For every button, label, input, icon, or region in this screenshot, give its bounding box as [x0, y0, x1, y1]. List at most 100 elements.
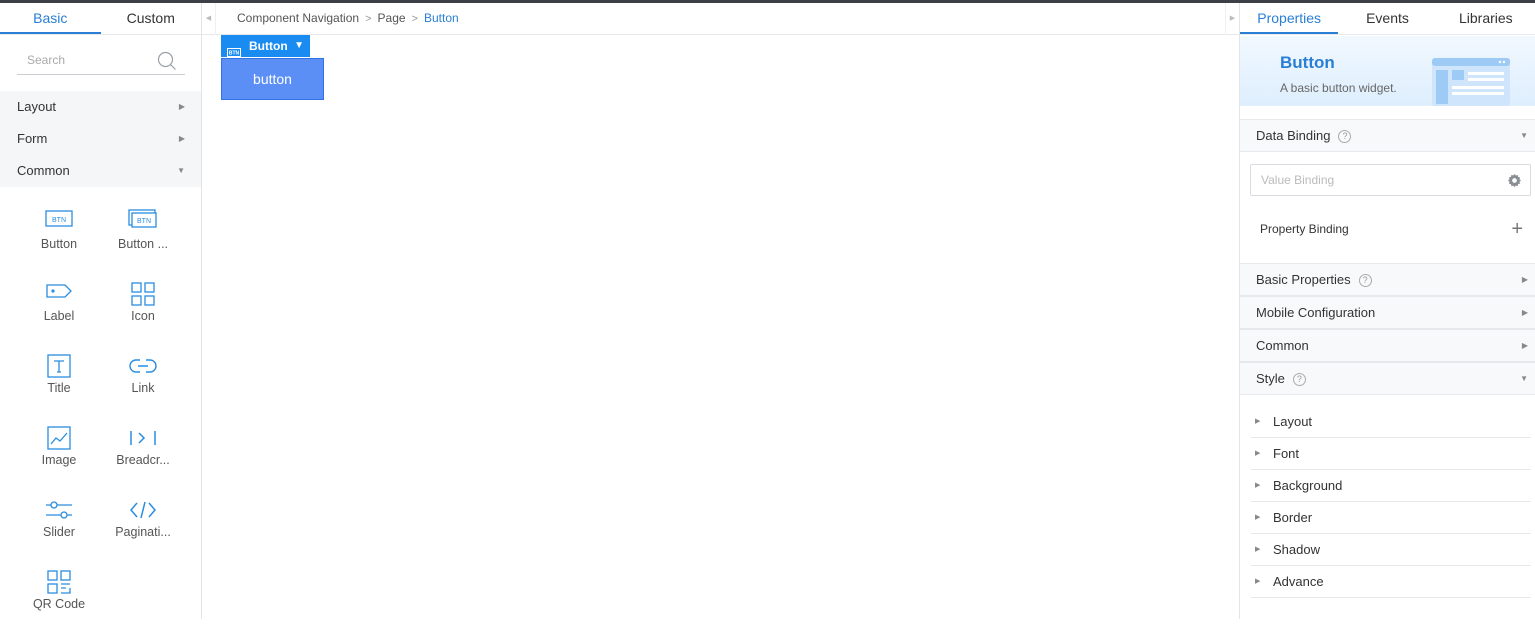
collapse-right-icon[interactable]: ▶	[1225, 3, 1239, 35]
component-title: Button	[1280, 53, 1335, 72]
widget-button-group[interactable]: BTN Button ...	[101, 209, 185, 281]
button-icon: BTN	[45, 210, 73, 227]
section-data-binding[interactable]: Data Binding? ▼	[1240, 119, 1535, 152]
caret-right-icon: ▶	[1521, 308, 1528, 317]
svg-text:BTN: BTN	[229, 51, 240, 57]
title-icon	[47, 354, 71, 378]
tab-basic[interactable]: Basic	[0, 3, 101, 34]
widget-label: Icon	[131, 309, 155, 323]
selected-component-toolbar[interactable]: BTN Button ▼	[221, 35, 310, 57]
category-label: Layout	[17, 99, 57, 114]
caret-right-icon: ▶	[1521, 341, 1528, 350]
breadcrumb-bar: ◀ Component Navigation > Page > Button ▶	[202, 3, 1239, 35]
value-binding-field	[1250, 164, 1531, 196]
category-common[interactable]: Common ▼	[0, 155, 201, 187]
svg-text:BTN: BTN	[52, 217, 66, 224]
widget-label: QR Code	[32, 597, 86, 611]
caret-right-icon: ▶	[178, 134, 185, 143]
widget-icon[interactable]: Icon	[101, 281, 185, 353]
grid-icon	[131, 282, 155, 306]
widget-label: Button	[40, 237, 78, 251]
slider-icon	[46, 501, 72, 519]
widget-label: Slider	[43, 525, 75, 539]
caret-right-icon: ▶	[1255, 482, 1261, 489]
style-item-label: Layout	[1273, 414, 1313, 429]
chevron-right-icon: >	[365, 13, 372, 25]
widget-illustration-icon	[1432, 58, 1510, 106]
tab-custom[interactable]: Custom	[101, 3, 202, 34]
style-item-advance[interactable]: ▶ Advance	[1251, 566, 1531, 598]
category-list: Layout ▶ Form ▶ Common ▼	[0, 91, 201, 187]
style-item-border[interactable]: ▶ Border	[1251, 502, 1531, 534]
widget-label: Link	[131, 381, 155, 395]
widget-slider[interactable]: Slider	[17, 497, 101, 569]
style-item-label: Advance	[1273, 574, 1324, 589]
widget-label[interactable]: Label	[17, 281, 101, 353]
category-form[interactable]: Form ▶	[0, 123, 201, 155]
section-label: Style	[1256, 371, 1285, 386]
caret-right-icon: ▶	[1521, 275, 1528, 284]
style-item-label: Border	[1273, 510, 1313, 525]
caret-down-icon: ▼	[1520, 374, 1528, 383]
widget-label: Title	[47, 381, 71, 395]
widget-link[interactable]: Link	[101, 353, 185, 425]
breadcrumb-icon	[130, 431, 156, 445]
widget-label: Image	[41, 453, 77, 467]
category-layout[interactable]: Layout ▶	[0, 91, 201, 123]
palette-tabs: Basic Custom	[0, 3, 201, 35]
caret-right-icon: ▶	[1255, 514, 1261, 521]
category-label: Form	[17, 131, 48, 146]
chevron-right-icon: >	[411, 13, 418, 25]
breadcrumb: Component Navigation > Page > Button	[237, 3, 459, 35]
canvas-button-widget[interactable]: button	[221, 58, 324, 100]
breadcrumb-current: Button	[423, 11, 459, 25]
widget-title[interactable]: Title	[17, 353, 101, 425]
tab-libraries[interactable]: Libraries	[1437, 3, 1535, 34]
section-style[interactable]: Style? ▼	[1240, 362, 1535, 395]
widget-button[interactable]: BTN Button	[17, 209, 101, 281]
caret-down-icon[interactable]: ▼	[294, 35, 304, 57]
style-item-font[interactable]: ▶ Font	[1251, 438, 1531, 470]
gear-icon[interactable]	[1507, 173, 1522, 191]
design-canvas: ◀ Component Navigation > Page > Button ▶ BTN…	[202, 3, 1239, 619]
property-binding-label: Property Binding	[1260, 222, 1349, 236]
collapse-left-icon[interactable]: ◀	[202, 3, 216, 35]
breadcrumb-item[interactable]: Component Navigation	[237, 11, 359, 25]
style-item-shadow[interactable]: ▶ Shadow	[1251, 534, 1531, 566]
widget-pagination[interactable]: Paginati...	[101, 497, 185, 569]
caret-down-icon: ▼	[1520, 131, 1528, 140]
component-palette: Basic Custom Layout ▶ Form ▶ Common ▼ BTN B…	[0, 3, 202, 619]
section-label: Mobile Configuration	[1256, 305, 1376, 320]
component-banner: Button A basic button widget.	[1240, 36, 1535, 106]
section-common[interactable]: Common ▶	[1240, 329, 1535, 362]
caret-right-icon: ▶	[1255, 546, 1261, 553]
tab-events[interactable]: Events	[1338, 3, 1436, 34]
link-icon	[129, 359, 157, 373]
help-icon[interactable]: ?	[1292, 373, 1306, 386]
selected-component-name: Button	[249, 39, 288, 53]
widget-label: Breadcr...	[116, 453, 170, 467]
breadcrumb-item[interactable]: Page	[378, 11, 406, 25]
style-item-layout[interactable]: ▶ Layout	[1251, 406, 1531, 438]
caret-right-icon: ▶	[178, 102, 185, 111]
section-basic-properties[interactable]: Basic Properties? ▶	[1240, 263, 1535, 296]
properties-tabs: Properties Events Libraries	[1240, 3, 1535, 35]
svg-text:BTN: BTN	[137, 218, 151, 225]
section-label: Basic Properties	[1256, 272, 1351, 287]
search-input[interactable]	[17, 47, 147, 73]
add-property-binding-icon[interactable]: +	[1511, 219, 1523, 239]
widget-image[interactable]: Image	[17, 425, 101, 497]
value-binding-input[interactable]	[1251, 165, 1481, 195]
tab-properties[interactable]: Properties	[1240, 3, 1339, 34]
widget-qr-code[interactable]: QR Code	[17, 569, 101, 641]
widget-breadcrumb[interactable]: Breadcr...	[101, 425, 185, 497]
style-item-label: Shadow	[1273, 542, 1320, 557]
search-icon[interactable]	[157, 51, 177, 74]
style-item-background[interactable]: ▶ Background	[1251, 470, 1531, 502]
caret-right-icon: ▶	[1255, 450, 1261, 457]
help-icon[interactable]: ?	[1338, 130, 1352, 143]
section-mobile-configuration[interactable]: Mobile Configuration ▶	[1240, 296, 1535, 329]
style-item-label: Font	[1273, 446, 1300, 461]
caret-right-icon: ▶	[1255, 418, 1261, 425]
help-icon[interactable]: ?	[1358, 274, 1372, 287]
